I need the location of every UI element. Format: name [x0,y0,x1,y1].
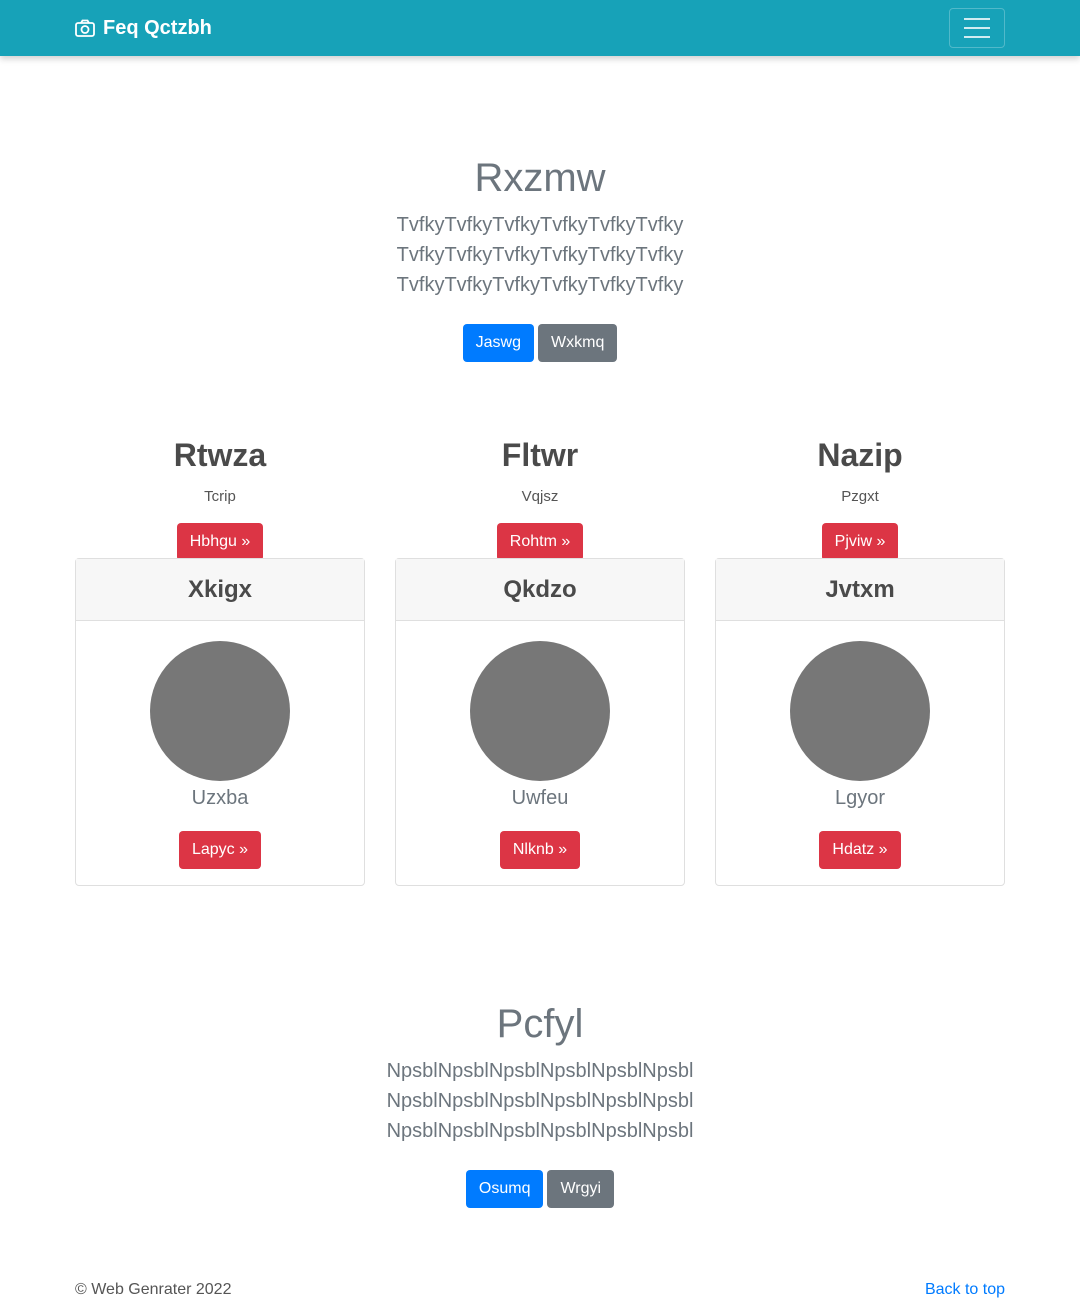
card-header: Jvtxm [716,559,1004,621]
card-button[interactable]: Lapyc » [178,831,262,869]
feature-column: Nazip Pzgxt Pjviw » [715,435,1005,561]
feature-title: Nazip [817,437,903,473]
hero-primary-button[interactable]: Jaswg [462,324,535,362]
hero-title: Rxzmw [474,156,606,200]
navbar-toggle-button[interactable] [949,8,1005,48]
camera-icon [75,19,95,37]
feature-subtitle: Vqjsz [521,488,559,505]
feature-subtitle: Pzgxt [841,488,879,505]
hero-title: Pcfyl [496,1002,584,1046]
feature-button[interactable]: Rohtm » [496,523,584,561]
navbar: Feq Qctzbh [0,0,1080,56]
hero-section-bottom: Pcfyl NpsblNpsblNpsblNpsblNpsblNpsbl Nps… [0,1000,1080,1208]
card-header: Qkdzo [396,559,684,621]
feature-column: Rtwza Tcrip Hbhgu » [75,435,365,561]
card-name: Uwfeu [511,787,569,809]
feature-button[interactable]: Hbhgu » [176,523,264,561]
copyright-text: © Web Genrater 2022 [75,1281,232,1298]
card-header: Xkigx [76,559,364,621]
hero-section-top: Rxzmw TvfkyTvfkyTvfkyTvfkyTvfkyTvfky Tvf… [0,154,1080,362]
avatar [470,641,610,781]
hero-text: TvfkyTvfkyTvfkyTvfkyTvfkyTvfky TvfkyTvfk… [396,214,684,296]
hero-text: NpsblNpsblNpsblNpsblNpsblNpsbl NpsblNpsb… [386,1060,694,1142]
feature-title: Fltwr [501,437,579,473]
feature-button[interactable]: Pjviw » [821,523,899,561]
menu-icon [964,18,990,20]
back-to-top-link[interactable]: Back to top [925,1281,1005,1299]
card-name: Lgyor [834,787,886,809]
card-name: Uzxba [191,787,249,809]
profile-card: Xkigx Uzxba Lapyc » [75,558,365,886]
feature-title: Rtwza [173,437,267,473]
brand-link[interactable]: Feq Qctzbh [75,0,212,56]
card-button[interactable]: Nlknb » [499,831,581,869]
avatar [150,641,290,781]
brand-name: Feq Qctzbh [103,16,212,39]
hero-secondary-button[interactable]: Wxkmq [538,324,618,362]
hero-primary-button[interactable]: Osumq [465,1170,544,1208]
profile-card: Jvtxm Lgyor Hdatz » [715,558,1005,886]
hero-secondary-button[interactable]: Wrgyi [547,1170,615,1208]
feature-subtitle: Tcrip [204,488,236,505]
feature-column: Fltwr Vqjsz Rohtm » [395,435,685,561]
footer: © Web Genrater 2022 Back to top [75,1281,1005,1299]
profile-card: Qkdzo Uwfeu Nlknb » [395,558,685,886]
card-button[interactable]: Hdatz » [819,831,901,869]
avatar [790,641,930,781]
